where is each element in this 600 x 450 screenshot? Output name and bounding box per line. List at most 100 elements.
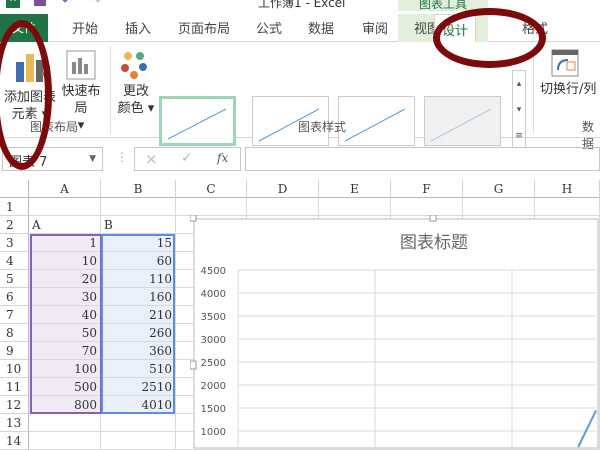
excel-logo-icon: X — [6, 0, 20, 8]
chart-style-4[interactable] — [424, 96, 501, 146]
chart-area[interactable] — [193, 218, 599, 449]
quick-layout-icon — [66, 50, 96, 80]
switch-row-column-button[interactable]: 切换行/列 — [538, 48, 600, 104]
cell[interactable]: 50 — [29, 324, 101, 342]
cell[interactable]: 360 — [101, 342, 176, 360]
row-header-12[interactable]: 12 — [0, 396, 29, 414]
row-header-7[interactable]: 7 — [0, 306, 29, 324]
quick-layout-label: 快速布局 — [61, 84, 101, 116]
change-colors-button[interactable]: 更改 颜色 ▾ — [116, 50, 156, 116]
cell[interactable] — [29, 198, 101, 216]
cell[interactable]: 10 — [29, 252, 101, 270]
cell[interactable]: 500 — [29, 378, 101, 396]
cell[interactable] — [29, 414, 101, 432]
cell[interactable]: 510 — [101, 360, 176, 378]
y-tick-label: 2500 — [201, 358, 226, 369]
tab-insert[interactable]: 插入 — [125, 18, 151, 37]
cell[interactable]: 1 — [29, 234, 101, 252]
annotation-circle-design-tab — [433, 8, 546, 68]
cancel-icon[interactable]: × — [145, 150, 158, 168]
cell[interactable] — [29, 432, 101, 450]
styles-scroll-buttons[interactable]: ▴ ▾ ≡ — [512, 70, 526, 148]
column-header-B[interactable]: B — [101, 180, 176, 198]
tab-data[interactable]: 数据 — [308, 18, 334, 37]
select-all-corner[interactable] — [0, 180, 29, 198]
change-colors-label: 更改 — [122, 84, 149, 99]
column-header-G[interactable]: G — [463, 180, 535, 198]
cell[interactable]: A — [29, 216, 101, 234]
row-header-6[interactable]: 6 — [0, 288, 29, 306]
save-icon[interactable] — [34, 0, 46, 6]
palette-icon — [121, 52, 147, 79]
cell[interactable] — [463, 198, 535, 216]
formula-input[interactable] — [245, 147, 600, 171]
cell[interactable]: 4010 — [101, 396, 176, 414]
row-header-3[interactable]: 3 — [0, 234, 29, 252]
resize-handle[interactable] — [190, 215, 197, 222]
cell[interactable] — [101, 198, 176, 216]
row-header-1[interactable]: 1 — [0, 198, 29, 216]
cell[interactable] — [535, 198, 600, 216]
cell[interactable]: 20 — [29, 270, 101, 288]
enter-icon[interactable]: ✓ — [181, 150, 193, 166]
column-header-H[interactable]: H — [535, 180, 600, 198]
resize-handle[interactable] — [429, 215, 437, 222]
chart-style-3[interactable] — [338, 96, 415, 146]
row-header-11[interactable]: 11 — [0, 378, 29, 396]
chart-title[interactable]: 图表标题 — [400, 233, 468, 253]
column-header-E[interactable]: E — [319, 180, 391, 198]
cell[interactable] — [176, 198, 247, 216]
group-label-chart-styles: 图表样式 — [298, 120, 347, 134]
y-tick-label: 4000 — [201, 289, 226, 300]
row-header-13[interactable]: 13 — [0, 414, 29, 432]
column-header-F[interactable]: F — [391, 180, 463, 198]
column-header-A[interactable]: A — [29, 180, 101, 198]
row-header-14[interactable]: 14 — [0, 432, 29, 450]
cell[interactable]: 100 — [29, 360, 101, 378]
row-header-9[interactable]: 9 — [0, 342, 29, 360]
cell[interactable]: 30 — [29, 288, 101, 306]
row-header-5[interactable]: 5 — [0, 270, 29, 288]
cell[interactable]: 210 — [101, 306, 176, 324]
row-header-2[interactable]: 2 — [0, 216, 29, 234]
row-header-8[interactable]: 8 — [0, 324, 29, 342]
cell[interactable]: 160 — [101, 288, 176, 306]
switch-row-column-label: 切换行/列 — [540, 82, 597, 97]
insert-function-icon[interactable]: fx — [217, 151, 228, 165]
cell[interactable] — [247, 198, 319, 216]
tab-home[interactable]: 开始 — [72, 18, 98, 37]
tab-review[interactable]: 审阅 — [362, 18, 388, 37]
cell[interactable]: 110 — [101, 270, 176, 288]
y-tick-label: 2000 — [201, 381, 226, 392]
cell[interactable] — [391, 198, 463, 216]
column-header-C[interactable]: C — [176, 180, 247, 198]
chevron-down-icon: ▼ — [89, 154, 96, 164]
undo-icon[interactable]: ↶ — [62, 0, 73, 9]
column-header-D[interactable]: D — [247, 180, 319, 198]
row-header-4[interactable]: 4 — [0, 252, 29, 270]
tab-formulas[interactable]: 公式 — [256, 18, 282, 37]
cell[interactable]: 260 — [101, 324, 176, 342]
quick-layout-button[interactable]: 快速布局 ▾ — [56, 50, 106, 133]
cell[interactable] — [101, 432, 176, 450]
window-title: 工作簿1 - Excel — [258, 0, 346, 10]
y-tick-label: 4500 — [201, 266, 226, 277]
switch-row-column-icon — [551, 49, 579, 77]
divider — [110, 46, 111, 134]
cell[interactable]: 60 — [101, 252, 176, 270]
cell[interactable]: 70 — [29, 342, 101, 360]
chart[interactable]: 图表标题 4500 4000 3500 3000 2500 2000 1500 1000 — [190, 215, 600, 450]
cell[interactable]: 15 — [101, 234, 176, 252]
chart-style-1[interactable] — [159, 96, 236, 146]
tab-page-layout[interactable]: 页面布局 — [178, 18, 230, 37]
cell[interactable]: 40 — [29, 306, 101, 324]
redo-icon[interactable]: ↷ — [90, 0, 101, 9]
cell[interactable]: 800 — [29, 396, 101, 414]
cell[interactable] — [101, 414, 176, 432]
row-header-10[interactable]: 10 — [0, 360, 29, 378]
y-tick-label: 1500 — [201, 404, 226, 415]
cell[interactable]: B — [101, 216, 176, 234]
resize-handle[interactable] — [190, 360, 197, 370]
cell[interactable]: 2510 — [101, 378, 176, 396]
cell[interactable] — [319, 198, 391, 216]
